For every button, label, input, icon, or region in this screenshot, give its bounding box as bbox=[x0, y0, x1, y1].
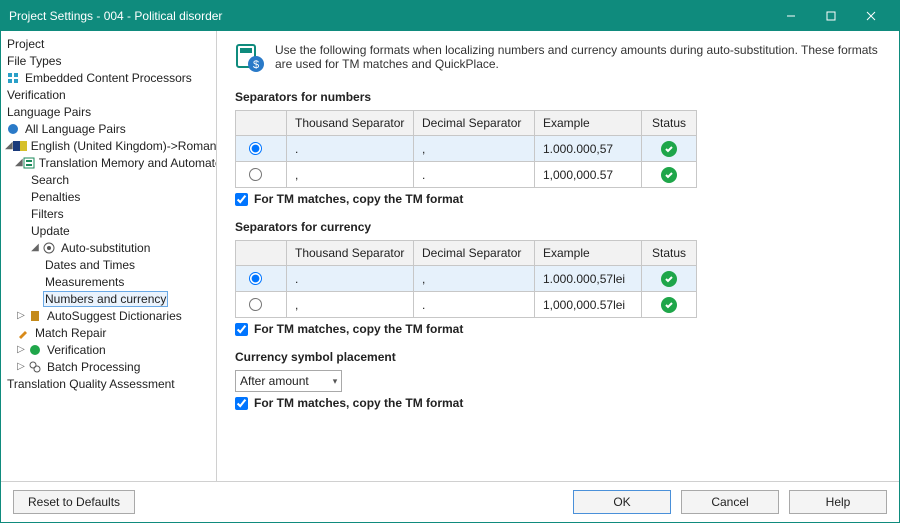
settings-tree: Project File Types Embedded Content Proc… bbox=[1, 31, 217, 481]
table-row[interactable]: . , 1.000.000,57lei bbox=[236, 266, 697, 292]
status-ok-icon bbox=[661, 167, 677, 183]
currency-separators-table: Thousand Separator Decimal Separator Exa… bbox=[235, 240, 697, 318]
minimize-button[interactable] bbox=[771, 1, 811, 31]
status-ok-icon bbox=[661, 271, 677, 287]
col-example: Example bbox=[535, 111, 642, 136]
numbers-heading: Separators for numbers bbox=[235, 90, 881, 104]
currency-copy-tm-checkbox[interactable]: For TM matches, copy the TM format bbox=[235, 322, 881, 336]
col-thousand: Thousand Separator bbox=[287, 111, 414, 136]
table-row[interactable]: , . 1,000,000.57 bbox=[236, 162, 697, 188]
tree-match-repair[interactable]: Match Repair bbox=[1, 324, 216, 341]
col-decimal: Decimal Separator bbox=[414, 111, 535, 136]
tree-verification-top[interactable]: Verification bbox=[1, 86, 216, 103]
flag-pair-icon bbox=[13, 138, 27, 154]
grid-icon bbox=[5, 70, 21, 86]
tree-batch-processing[interactable]: ▷Batch Processing bbox=[1, 358, 216, 375]
expand-icon[interactable]: ▷ bbox=[15, 361, 27, 372]
ok-button[interactable]: OK bbox=[573, 490, 671, 514]
numbers-separators-table: Thousand Separator Decimal Separator Exa… bbox=[235, 110, 697, 188]
globe-icon bbox=[5, 121, 21, 137]
numbers-copy-tm-checkbox[interactable]: For TM matches, copy the TM format bbox=[235, 192, 881, 206]
currency-heading: Separators for currency bbox=[235, 220, 881, 234]
number-format-radio-1[interactable] bbox=[249, 142, 262, 155]
tree-measurements[interactable]: Measurements bbox=[1, 273, 216, 290]
svg-text:$: $ bbox=[253, 59, 259, 71]
wrench-icon bbox=[15, 325, 31, 341]
expand-icon[interactable]: ▷ bbox=[15, 310, 27, 321]
collapse-icon[interactable]: ◢ bbox=[5, 140, 13, 151]
number-format-radio-2[interactable] bbox=[249, 168, 262, 181]
status-ok-icon bbox=[661, 141, 677, 157]
currency-placement-dropdown[interactable]: After amount ▾ bbox=[235, 370, 342, 392]
tm-icon bbox=[23, 155, 35, 171]
tree-project[interactable]: Project bbox=[1, 35, 216, 52]
tree-verification-lp[interactable]: ▷Verification bbox=[1, 341, 216, 358]
calculator-currency-icon: $ bbox=[235, 43, 265, 76]
table-row[interactable]: , . 1,000,000.57lei bbox=[236, 292, 697, 318]
collapse-icon[interactable]: ◢ bbox=[29, 242, 41, 253]
tree-file-types[interactable]: File Types bbox=[1, 52, 216, 69]
intro-text: Use the following formats when localizin… bbox=[275, 43, 881, 71]
help-button[interactable]: Help bbox=[789, 490, 887, 514]
gear-icon bbox=[41, 240, 57, 256]
collapse-icon[interactable]: ◢ bbox=[15, 157, 23, 168]
gears-icon bbox=[27, 359, 43, 375]
tree-dates-times[interactable]: Dates and Times bbox=[1, 256, 216, 273]
maximize-button[interactable] bbox=[811, 1, 851, 31]
titlebar: Project Settings - 004 - Political disor… bbox=[1, 1, 899, 31]
col-status: Status bbox=[642, 111, 697, 136]
cancel-button[interactable]: Cancel bbox=[681, 490, 779, 514]
book-icon bbox=[27, 308, 43, 324]
tree-tqa[interactable]: Translation Quality Assessment bbox=[1, 375, 216, 392]
check-circle-icon bbox=[27, 342, 43, 358]
dialog-footer: Reset to Defaults OK Cancel Help bbox=[1, 481, 899, 522]
status-ok-icon bbox=[661, 297, 677, 313]
tree-lang-pair-en-ro[interactable]: ◢English (United Kingdom)->Romanian (Ro bbox=[1, 137, 216, 154]
table-row[interactable]: . , 1.000.000,57 bbox=[236, 136, 697, 162]
chevron-down-icon: ▾ bbox=[333, 376, 338, 387]
tree-all-language-pairs[interactable]: All Language Pairs bbox=[1, 120, 216, 137]
tree-auto-substitution[interactable]: ◢Auto-substitution bbox=[1, 239, 216, 256]
tree-penalties[interactable]: Penalties bbox=[1, 188, 216, 205]
project-settings-window: Project Settings - 004 - Political disor… bbox=[0, 0, 900, 523]
close-button[interactable] bbox=[851, 1, 891, 31]
reset-to-defaults-button[interactable]: Reset to Defaults bbox=[13, 490, 135, 514]
tree-autosuggest[interactable]: ▷AutoSuggest Dictionaries bbox=[1, 307, 216, 324]
currency-format-radio-1[interactable] bbox=[249, 272, 262, 285]
tree-language-pairs[interactable]: Language Pairs bbox=[1, 103, 216, 120]
window-title: Project Settings - 004 - Political disor… bbox=[9, 9, 771, 23]
tree-filters[interactable]: Filters bbox=[1, 205, 216, 222]
placement-copy-tm-checkbox[interactable]: For TM matches, copy the TM format bbox=[235, 396, 881, 410]
tree-embedded-content[interactable]: Embedded Content Processors bbox=[1, 69, 216, 86]
tree-search[interactable]: Search bbox=[1, 171, 216, 188]
currency-format-radio-2[interactable] bbox=[249, 298, 262, 311]
tree-numbers-currency[interactable]: Numbers and currency bbox=[1, 290, 216, 307]
placement-heading: Currency symbol placement bbox=[235, 350, 881, 364]
tree-update[interactable]: Update bbox=[1, 222, 216, 239]
settings-content: $ Use the following formats when localiz… bbox=[217, 31, 899, 481]
tree-tm-automated[interactable]: ◢Translation Memory and Automated Tr bbox=[1, 154, 216, 171]
expand-icon[interactable]: ▷ bbox=[15, 344, 27, 355]
